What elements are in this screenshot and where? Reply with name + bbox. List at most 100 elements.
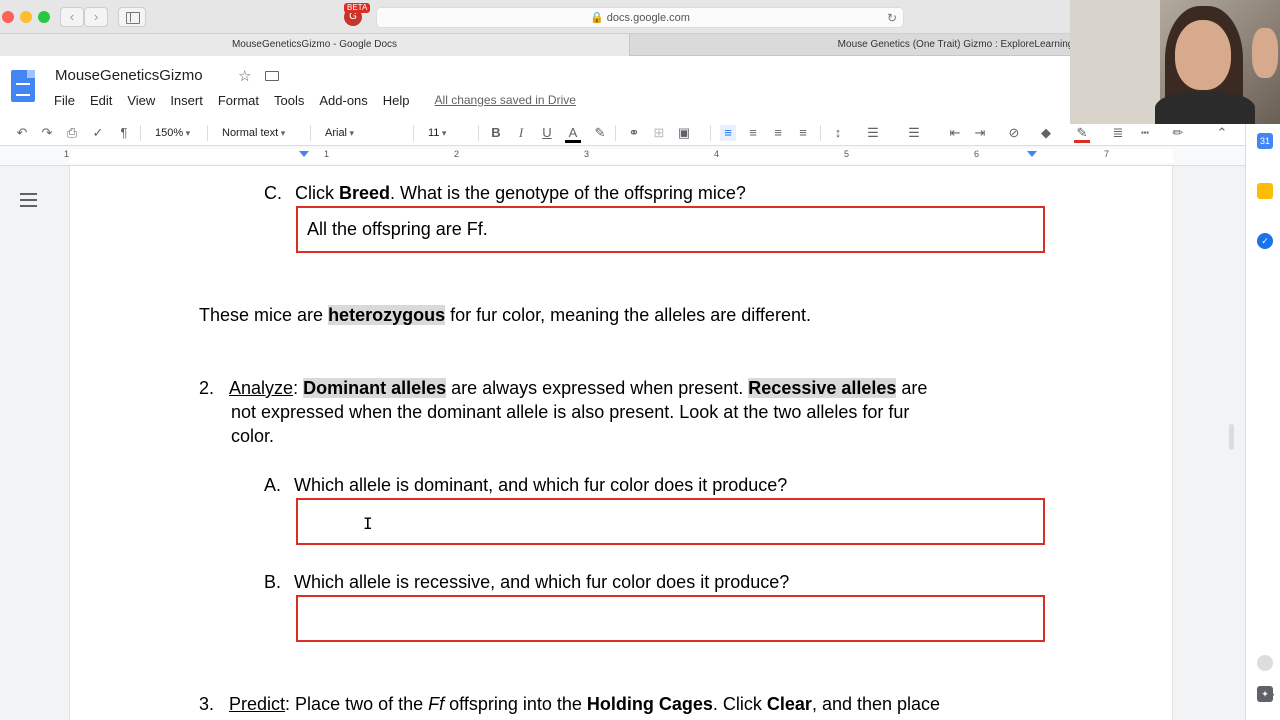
border-color-icon[interactable]: ✎ xyxy=(1074,125,1090,143)
docs-logo-icon[interactable] xyxy=(11,70,35,102)
zoom-select[interactable]: 150% xyxy=(155,125,190,141)
bold-term: Holding Cages xyxy=(586,694,713,714)
vertical-scrollbar[interactable] xyxy=(1229,424,1234,450)
text-cursor-icon: I xyxy=(363,514,373,533)
toolbar-divider xyxy=(310,125,311,141)
right-indent-marker[interactable] xyxy=(1027,151,1037,157)
question-text: are xyxy=(896,378,928,398)
ruler-number: 5 xyxy=(844,149,850,159)
question-b: B. Which allele is recessive, and which f… xyxy=(264,572,789,593)
decrease-indent-icon[interactable]: ⇤ xyxy=(947,125,963,141)
document-title[interactable]: MouseGeneticsGizmo xyxy=(55,67,203,84)
grammarly-icon[interactable] xyxy=(1257,655,1273,671)
save-status[interactable]: All changes saved in Drive xyxy=(435,93,576,108)
question-text: . Click xyxy=(712,694,767,714)
address-bar[interactable]: 🔒 docs.google.com ↻ xyxy=(376,7,904,28)
menu-tools[interactable]: Tools xyxy=(274,93,313,108)
image-icon[interactable]: ▣ xyxy=(676,125,692,141)
justify-icon[interactable]: ≡ xyxy=(795,125,811,141)
star-icon[interactable]: ☆ xyxy=(238,67,251,85)
print-icon[interactable]: ⎙ xyxy=(64,125,80,141)
fill-color-icon[interactable]: ◆ xyxy=(1038,125,1054,141)
menu-format[interactable]: Format xyxy=(218,93,268,108)
bold-term: Clear xyxy=(766,694,812,714)
ruler-number: 2 xyxy=(454,149,460,159)
toolbar-divider xyxy=(710,125,711,141)
line-spacing-icon[interactable]: ↕ xyxy=(830,125,846,141)
address-text: docs.google.com xyxy=(606,12,690,24)
analyze-label: Analyze xyxy=(229,378,294,398)
font-size-select[interactable]: 11 xyxy=(428,125,446,141)
bold-icon[interactable]: B xyxy=(488,125,504,141)
list-marker: C. xyxy=(264,183,282,203)
minimize-window-button[interactable] xyxy=(20,11,32,23)
ruler: 1 1 2 3 4 5 6 7 xyxy=(0,146,1245,166)
collapse-menu-icon[interactable]: ⌃ xyxy=(1214,125,1230,141)
highlighted-term: Recessive alleles xyxy=(748,378,897,398)
forward-button[interactable]: › xyxy=(84,7,108,27)
calendar-icon[interactable]: 31 xyxy=(1257,133,1273,149)
document-outline-icon[interactable] xyxy=(20,193,37,207)
question-2-line-3: color. xyxy=(231,426,275,446)
list-number: 2. xyxy=(199,378,215,398)
menu-file[interactable]: File xyxy=(54,93,84,108)
toolbar-divider xyxy=(413,125,414,141)
increase-indent-icon[interactable]: ⇥ xyxy=(972,125,988,141)
comment-icon[interactable]: ⊞ xyxy=(651,125,667,141)
keep-icon[interactable] xyxy=(1257,183,1273,199)
align-right-icon[interactable]: ≡ xyxy=(770,125,786,141)
heterozygous-paragraph: These mice are heterozygous for fur colo… xyxy=(199,305,811,326)
highlight-icon[interactable]: ✎ xyxy=(592,125,608,141)
zoom-window-button[interactable] xyxy=(38,11,50,23)
border-dash-icon[interactable]: ┅ xyxy=(1137,125,1153,141)
move-folder-icon[interactable] xyxy=(265,71,279,81)
list-number: 3. xyxy=(199,694,215,714)
editing-mode-icon[interactable]: ✏ xyxy=(1170,125,1186,141)
redo-icon[interactable]: ↷ xyxy=(39,125,55,141)
style-select[interactable]: Normal text xyxy=(222,125,285,141)
document-page[interactable]: C. Click Breed. What is the genotype of t… xyxy=(69,166,1173,720)
text-color-icon[interactable]: A xyxy=(565,125,581,143)
left-indent-marker[interactable] xyxy=(299,151,309,157)
answer-box-a[interactable] xyxy=(296,498,1045,545)
spellcheck-icon[interactable]: ✓ xyxy=(90,125,106,141)
back-button[interactable]: ‹ xyxy=(60,7,84,27)
predict-label: Predict xyxy=(229,694,286,714)
ruler-number: 1 xyxy=(324,149,330,159)
answer-box-c[interactable]: All the offspring are Ff. xyxy=(296,206,1045,253)
align-left-icon[interactable]: ≡ xyxy=(720,125,736,141)
menu-bar: File Edit View Insert Format Tools Add-o… xyxy=(54,93,576,108)
ruler-number: 6 xyxy=(974,149,980,159)
menu-help[interactable]: Help xyxy=(383,93,419,108)
menu-edit[interactable]: Edit xyxy=(90,93,121,108)
undo-icon[interactable]: ↶ xyxy=(14,125,30,141)
numbered-list-icon[interactable]: ☰ xyxy=(865,125,881,141)
menu-view[interactable]: View xyxy=(127,93,164,108)
paint-format-icon[interactable]: ¶ xyxy=(116,125,132,141)
sidebar-toggle-button[interactable] xyxy=(118,7,146,27)
italic-icon[interactable]: I xyxy=(513,125,529,141)
clear-formatting-icon[interactable]: ⊘ xyxy=(1006,125,1022,141)
bulleted-list-icon[interactable]: ☰ xyxy=(906,125,922,141)
tasks-icon[interactable]: ✓ xyxy=(1257,233,1273,249)
document-canvas: C. Click Breed. What is the genotype of t… xyxy=(0,166,1245,720)
expand-panel-icon[interactable]: › xyxy=(1268,686,1278,702)
question-text: are always expressed when present. xyxy=(446,378,749,398)
reload-icon[interactable]: ↻ xyxy=(887,8,897,28)
align-center-icon[interactable]: ≡ xyxy=(745,125,761,141)
link-icon[interactable]: ⚭ xyxy=(626,125,642,141)
border-width-icon[interactable]: ≣ xyxy=(1110,125,1126,141)
answer-box-b[interactable] xyxy=(296,595,1045,642)
presenter-body xyxy=(1155,92,1255,124)
font-select[interactable]: Arial xyxy=(325,125,354,141)
ruler-number: 3 xyxy=(584,149,590,159)
beta-badge: BETA xyxy=(344,3,371,13)
menu-addons[interactable]: Add-ons xyxy=(319,93,376,108)
tab-docs[interactable]: MouseGeneticsGizmo - Google Docs xyxy=(0,34,630,56)
underline-icon[interactable]: U xyxy=(539,125,555,141)
presenter-hand xyxy=(1252,28,1278,78)
menu-insert[interactable]: Insert xyxy=(170,93,212,108)
question-2-line-2: not expressed when the dominant allele i… xyxy=(231,402,910,422)
close-window-button[interactable] xyxy=(2,11,14,23)
question-c: C. Click Breed. What is the genotype of t… xyxy=(264,183,746,204)
